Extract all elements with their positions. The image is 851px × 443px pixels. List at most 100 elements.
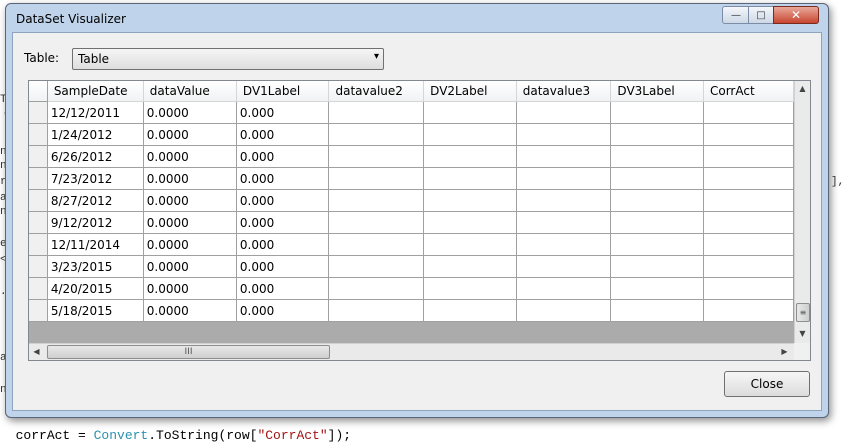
maximize-button[interactable]: □ xyxy=(748,6,774,24)
column-header[interactable]: CorrAct xyxy=(703,81,794,102)
grid-cell[interactable] xyxy=(610,255,704,278)
row-header[interactable] xyxy=(29,211,48,234)
grid-cell[interactable] xyxy=(703,189,794,212)
grid-cell[interactable] xyxy=(328,167,425,190)
vertical-scroll-thumb[interactable]: ≡ xyxy=(796,303,810,322)
grid-cell[interactable]: 5/18/2015 xyxy=(47,299,144,322)
table-row[interactable]: 3/23/2015 0.0000 0.000 xyxy=(29,255,794,278)
grid-cell[interactable] xyxy=(423,211,517,234)
grid-cell[interactable] xyxy=(516,101,612,124)
row-header[interactable] xyxy=(29,123,48,146)
column-header[interactable]: dataValue xyxy=(143,81,237,102)
grid-cell[interactable]: 0.0000 xyxy=(143,189,237,212)
data-grid[interactable]: SampleDate dataValue DV1Label datavalue2… xyxy=(28,80,811,361)
scroll-up-icon[interactable]: ▲ xyxy=(795,81,810,96)
row-header[interactable] xyxy=(29,277,48,300)
column-header[interactable]: datavalue3 xyxy=(516,81,612,102)
grid-cell[interactable]: 0.000 xyxy=(236,167,330,190)
grid-cell[interactable] xyxy=(703,277,794,300)
grid-cell[interactable]: 0.000 xyxy=(236,123,330,146)
grid-cell[interactable]: 0.000 xyxy=(236,233,330,256)
grid-cell[interactable] xyxy=(610,167,704,190)
table-row[interactable]: 4/20/2015 0.0000 0.000 xyxy=(29,277,794,300)
grid-cell[interactable]: 0.0000 xyxy=(143,101,237,124)
grid-cell[interactable] xyxy=(610,189,704,212)
grid-cell[interactable] xyxy=(610,233,704,256)
grid-cell[interactable] xyxy=(516,255,612,278)
grid-cell[interactable] xyxy=(328,299,425,322)
scroll-left-icon[interactable]: ◀ xyxy=(29,344,44,359)
grid-cell[interactable] xyxy=(703,299,794,322)
grid-cell[interactable] xyxy=(423,123,517,146)
column-header[interactable]: DV2Label xyxy=(423,81,517,102)
table-row[interactable]: 9/12/2012 0.0000 0.000 xyxy=(29,211,794,234)
grid-cell[interactable] xyxy=(703,145,794,168)
row-header[interactable] xyxy=(29,299,48,322)
row-header[interactable] xyxy=(29,167,48,190)
grid-cell[interactable] xyxy=(516,145,612,168)
grid-cell[interactable]: 0.0000 xyxy=(143,277,237,300)
title-bar[interactable]: DataSet Visualizer — □ ✕ xyxy=(6,4,828,30)
grid-cell[interactable] xyxy=(516,277,612,300)
table-dropdown[interactable]: Table ▾ xyxy=(72,48,384,70)
grid-cell[interactable] xyxy=(610,101,704,124)
column-header[interactable]: DV3Label xyxy=(610,81,704,102)
grid-cell[interactable] xyxy=(423,277,517,300)
grid-cell[interactable]: 0.000 xyxy=(236,101,330,124)
grid-cell[interactable]: 0.000 xyxy=(236,277,330,300)
grid-cell[interactable] xyxy=(703,123,794,146)
grid-cell[interactable] xyxy=(328,189,425,212)
grid-cell[interactable]: 0.000 xyxy=(236,255,330,278)
grid-cell[interactable]: 0.0000 xyxy=(143,167,237,190)
grid-cell[interactable] xyxy=(516,299,612,322)
grid-cell[interactable] xyxy=(516,233,612,256)
grid-cell[interactable]: 4/20/2015 xyxy=(47,277,144,300)
vertical-scrollbar[interactable]: ▲ ≡ ▼ xyxy=(794,81,810,343)
row-header[interactable] xyxy=(29,255,48,278)
grid-cell[interactable]: 0.0000 xyxy=(143,123,237,146)
grid-cell[interactable] xyxy=(516,123,612,146)
grid-cell[interactable] xyxy=(423,101,517,124)
table-row[interactable]: 5/18/2015 0.0000 0.000 xyxy=(29,299,794,322)
row-header[interactable] xyxy=(29,189,48,212)
window-close-button[interactable]: ✕ xyxy=(773,6,819,24)
grid-cell[interactable] xyxy=(328,145,425,168)
grid-cell[interactable]: 0.0000 xyxy=(143,145,237,168)
grid-cell[interactable] xyxy=(703,167,794,190)
grid-cell[interactable]: 1/24/2012 xyxy=(47,123,144,146)
grid-cell[interactable] xyxy=(703,255,794,278)
grid-cell[interactable]: 8/27/2012 xyxy=(47,189,144,212)
grid-cell[interactable]: 0.000 xyxy=(236,211,330,234)
row-header[interactable] xyxy=(29,145,48,168)
grid-cell[interactable] xyxy=(328,255,425,278)
grid-cell[interactable] xyxy=(328,123,425,146)
grid-cell[interactable] xyxy=(516,189,612,212)
grid-cell[interactable] xyxy=(328,233,425,256)
column-header[interactable]: SampleDate xyxy=(47,81,144,102)
grid-cell[interactable] xyxy=(328,211,425,234)
minimize-button[interactable]: — xyxy=(722,6,750,24)
grid-cell[interactable] xyxy=(610,211,704,234)
grid-cell[interactable]: 0.0000 xyxy=(143,233,237,256)
grid-cell[interactable]: 3/23/2015 xyxy=(47,255,144,278)
table-row[interactable]: 7/23/2012 0.0000 0.000 xyxy=(29,167,794,190)
grid-cell[interactable] xyxy=(703,211,794,234)
grid-cell[interactable]: 7/23/2012 xyxy=(47,167,144,190)
grid-cell[interactable]: 9/12/2012 xyxy=(47,211,144,234)
grid-cell[interactable] xyxy=(703,101,794,124)
grid-cell[interactable] xyxy=(328,101,425,124)
grid-cell[interactable] xyxy=(610,277,704,300)
close-button[interactable]: Close xyxy=(724,371,810,397)
table-row[interactable]: 8/27/2012 0.0000 0.000 xyxy=(29,189,794,212)
grid-cell[interactable] xyxy=(328,277,425,300)
row-header[interactable] xyxy=(29,233,48,256)
grid-cell[interactable] xyxy=(610,299,704,322)
grid-cell[interactable]: 0.0000 xyxy=(143,255,237,278)
row-header[interactable] xyxy=(29,101,48,124)
grid-cell[interactable] xyxy=(423,233,517,256)
grid-cell[interactable] xyxy=(516,211,612,234)
grid-cell[interactable] xyxy=(423,299,517,322)
table-row[interactable]: 1/24/2012 0.0000 0.000 xyxy=(29,123,794,146)
table-row[interactable]: 12/12/2011 0.0000 0.000 xyxy=(29,101,794,124)
scroll-right-icon[interactable]: ▶ xyxy=(777,344,792,359)
